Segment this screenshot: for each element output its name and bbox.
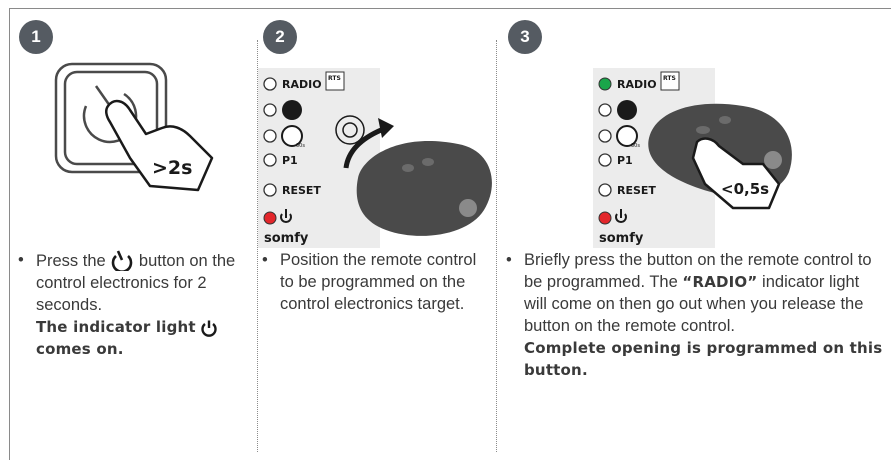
pedestrian-icon <box>282 100 302 120</box>
step-number-badge: 3 <box>508 20 542 54</box>
pedestrian-led <box>598 103 612 117</box>
svg-text:30s: 30s <box>296 143 305 149</box>
step-2-text: • Position the remote control to be prog… <box>262 251 477 313</box>
step-3-result: Complete opening is programmed on this b… <box>524 339 883 379</box>
radio-led <box>263 77 277 91</box>
power-led-red <box>598 211 612 225</box>
p1-led <box>263 153 277 167</box>
reset-led <box>598 183 612 197</box>
step-number-badge: 1 <box>19 20 53 54</box>
svg-text:30s: 30s <box>631 143 640 149</box>
radio-label: RADIO <box>617 78 657 91</box>
step-3-text: • Briefly press the button on the remote… <box>506 251 883 379</box>
radio-label: RADIO <box>282 78 322 91</box>
p1-label: P1 <box>282 154 298 167</box>
pedestrian-led <box>263 103 277 117</box>
step-number-badge: 2 <box>263 20 297 54</box>
somfy-logo: somfy <box>599 231 644 246</box>
power-icon <box>201 320 218 337</box>
step-1-instruction-start: Press the <box>36 252 106 270</box>
reset-label: RESET <box>617 184 656 197</box>
somfy-logo: somfy <box>264 231 309 246</box>
remote-control <box>356 140 492 236</box>
duration-label: >2s <box>152 157 192 179</box>
step-2-instruction: Position the remote control to be progra… <box>280 251 477 313</box>
step-1-result-end: comes on. <box>36 340 124 358</box>
svg-text:RTS: RTS <box>328 75 341 82</box>
p1-label: P1 <box>617 154 633 167</box>
radio-label-inline: RADIO <box>692 273 748 291</box>
pedestrian-icon <box>617 100 637 120</box>
control-electronics-panel: RADIO RTS 30s P1 RESET somfy <box>258 68 492 248</box>
p1-led <box>598 153 612 167</box>
reset-label: RESET <box>282 184 321 197</box>
timer-led <box>263 129 277 143</box>
duration-label: <0,5s <box>721 180 769 198</box>
step-1-result: The indicator light <box>36 318 196 336</box>
button-press-illustration: >2s <box>54 62 214 192</box>
timer-led <box>598 129 612 143</box>
step-1-text: • Press the button on the control electr… <box>18 250 236 358</box>
frame-left-border <box>9 8 10 460</box>
power-button-icon <box>112 250 133 271</box>
svg-text:RTS: RTS <box>663 75 676 82</box>
control-electronics-panel: RADIO RTS 30s P1 RESET somfy <0,5s <box>593 68 792 248</box>
frame-top-border <box>9 8 891 9</box>
reset-led <box>263 183 277 197</box>
power-led-red <box>263 211 277 225</box>
radio-led-green <box>598 77 612 91</box>
